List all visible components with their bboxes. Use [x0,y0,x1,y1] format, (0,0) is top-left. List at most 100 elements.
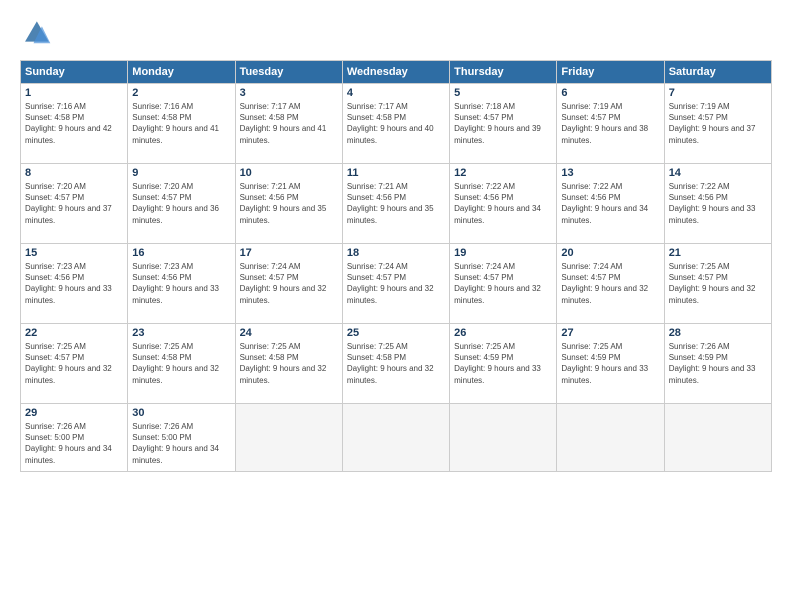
daylight-label: Daylight: 9 hours and 40 minutes. [347,124,434,144]
daylight-label: Daylight: 9 hours and 33 minutes. [561,364,648,384]
sunrise-label: Sunrise: 7:26 AM [25,422,86,431]
sunrise-label: Sunrise: 7:22 AM [454,182,515,191]
calendar-day-cell: 9 Sunrise: 7:20 AM Sunset: 4:57 PM Dayli… [128,164,235,244]
sunset-label: Sunset: 4:58 PM [347,353,406,362]
daylight-label: Daylight: 9 hours and 32 minutes. [132,364,219,384]
sunrise-label: Sunrise: 7:24 AM [454,262,515,271]
day-info: Sunrise: 7:25 AM Sunset: 4:59 PM Dayligh… [454,341,552,386]
sunrise-label: Sunrise: 7:24 AM [561,262,622,271]
sunset-label: Sunset: 4:57 PM [561,273,620,282]
calendar-day-cell: 5 Sunrise: 7:18 AM Sunset: 4:57 PM Dayli… [450,84,557,164]
day-info: Sunrise: 7:24 AM Sunset: 4:57 PM Dayligh… [561,261,659,306]
sunrise-label: Sunrise: 7:21 AM [240,182,301,191]
sunrise-label: Sunrise: 7:21 AM [347,182,408,191]
day-number: 5 [454,87,552,99]
daylight-label: Daylight: 9 hours and 32 minutes. [561,284,648,304]
daylight-label: Daylight: 9 hours and 35 minutes. [240,204,327,224]
day-info: Sunrise: 7:18 AM Sunset: 4:57 PM Dayligh… [454,101,552,146]
day-info: Sunrise: 7:17 AM Sunset: 4:58 PM Dayligh… [240,101,338,146]
day-number: 7 [669,87,767,99]
day-number: 20 [561,247,659,259]
sunrise-label: Sunrise: 7:25 AM [561,342,622,351]
sunrise-label: Sunrise: 7:16 AM [25,102,86,111]
sunrise-label: Sunrise: 7:18 AM [454,102,515,111]
day-number: 13 [561,167,659,179]
day-number: 12 [454,167,552,179]
day-info: Sunrise: 7:25 AM Sunset: 4:57 PM Dayligh… [25,341,123,386]
sunrise-label: Sunrise: 7:20 AM [132,182,193,191]
sunset-label: Sunset: 4:56 PM [132,273,191,282]
sunrise-label: Sunrise: 7:23 AM [25,262,86,271]
sunset-label: Sunset: 4:56 PM [240,193,299,202]
sunset-label: Sunset: 4:59 PM [669,353,728,362]
day-number: 28 [669,327,767,339]
sunrise-label: Sunrise: 7:19 AM [561,102,622,111]
sunset-label: Sunset: 4:56 PM [669,193,728,202]
daylight-label: Daylight: 9 hours and 34 minutes. [132,444,219,464]
daylight-label: Daylight: 9 hours and 33 minutes. [454,364,541,384]
sunset-label: Sunset: 4:57 PM [669,113,728,122]
day-info: Sunrise: 7:26 AM Sunset: 4:59 PM Dayligh… [669,341,767,386]
day-number: 18 [347,247,445,259]
calendar-day-cell [557,404,664,472]
daylight-label: Daylight: 9 hours and 32 minutes. [240,364,327,384]
sunset-label: Sunset: 4:57 PM [669,273,728,282]
sunrise-label: Sunrise: 7:22 AM [669,182,730,191]
sunrise-label: Sunrise: 7:20 AM [25,182,86,191]
daylight-label: Daylight: 9 hours and 39 minutes. [454,124,541,144]
daylight-label: Daylight: 9 hours and 34 minutes. [25,444,112,464]
daylight-label: Daylight: 9 hours and 32 minutes. [240,284,327,304]
calendar-day-cell: 3 Sunrise: 7:17 AM Sunset: 4:58 PM Dayli… [235,84,342,164]
calendar-day-cell: 19 Sunrise: 7:24 AM Sunset: 4:57 PM Dayl… [450,244,557,324]
day-number: 10 [240,167,338,179]
daylight-label: Daylight: 9 hours and 37 minutes. [25,204,112,224]
day-number: 2 [132,87,230,99]
day-info: Sunrise: 7:25 AM Sunset: 4:58 PM Dayligh… [132,341,230,386]
day-info: Sunrise: 7:24 AM Sunset: 4:57 PM Dayligh… [454,261,552,306]
calendar-day-cell: 20 Sunrise: 7:24 AM Sunset: 4:57 PM Dayl… [557,244,664,324]
day-info: Sunrise: 7:25 AM Sunset: 4:57 PM Dayligh… [669,261,767,306]
sunset-label: Sunset: 4:59 PM [561,353,620,362]
day-info: Sunrise: 7:23 AM Sunset: 4:56 PM Dayligh… [25,261,123,306]
daylight-label: Daylight: 9 hours and 36 minutes. [132,204,219,224]
weekday-header: Monday [128,61,235,84]
calendar-day-cell: 22 Sunrise: 7:25 AM Sunset: 4:57 PM Dayl… [21,324,128,404]
calendar-week-row: 15 Sunrise: 7:23 AM Sunset: 4:56 PM Dayl… [21,244,772,324]
daylight-label: Daylight: 9 hours and 33 minutes. [669,204,756,224]
page: SundayMondayTuesdayWednesdayThursdayFrid… [0,0,792,612]
calendar-day-cell [342,404,449,472]
logo-icon [20,18,52,50]
sunset-label: Sunset: 4:57 PM [25,193,84,202]
calendar-day-cell: 1 Sunrise: 7:16 AM Sunset: 4:58 PM Dayli… [21,84,128,164]
calendar-week-row: 8 Sunrise: 7:20 AM Sunset: 4:57 PM Dayli… [21,164,772,244]
day-info: Sunrise: 7:20 AM Sunset: 4:57 PM Dayligh… [132,181,230,226]
calendar-day-cell: 29 Sunrise: 7:26 AM Sunset: 5:00 PM Dayl… [21,404,128,472]
daylight-label: Daylight: 9 hours and 34 minutes. [561,204,648,224]
daylight-label: Daylight: 9 hours and 33 minutes. [25,284,112,304]
calendar-day-cell [235,404,342,472]
day-info: Sunrise: 7:17 AM Sunset: 4:58 PM Dayligh… [347,101,445,146]
sunrise-label: Sunrise: 7:24 AM [347,262,408,271]
sunset-label: Sunset: 4:57 PM [132,193,191,202]
daylight-label: Daylight: 9 hours and 33 minutes. [669,364,756,384]
sunrise-label: Sunrise: 7:19 AM [669,102,730,111]
day-info: Sunrise: 7:16 AM Sunset: 4:58 PM Dayligh… [132,101,230,146]
sunset-label: Sunset: 4:57 PM [25,353,84,362]
daylight-label: Daylight: 9 hours and 38 minutes. [561,124,648,144]
day-number: 14 [669,167,767,179]
weekday-header: Wednesday [342,61,449,84]
sunset-label: Sunset: 5:00 PM [132,433,191,442]
daylight-label: Daylight: 9 hours and 37 minutes. [669,124,756,144]
calendar-day-cell: 21 Sunrise: 7:25 AM Sunset: 4:57 PM Dayl… [664,244,771,324]
day-number: 16 [132,247,230,259]
daylight-label: Daylight: 9 hours and 33 minutes. [132,284,219,304]
day-info: Sunrise: 7:20 AM Sunset: 4:57 PM Dayligh… [25,181,123,226]
calendar-week-row: 22 Sunrise: 7:25 AM Sunset: 4:57 PM Dayl… [21,324,772,404]
day-number: 9 [132,167,230,179]
calendar-day-cell: 8 Sunrise: 7:20 AM Sunset: 4:57 PM Dayli… [21,164,128,244]
weekday-header: Saturday [664,61,771,84]
daylight-label: Daylight: 9 hours and 32 minutes. [25,364,112,384]
day-number: 19 [454,247,552,259]
calendar-day-cell: 2 Sunrise: 7:16 AM Sunset: 4:58 PM Dayli… [128,84,235,164]
day-info: Sunrise: 7:22 AM Sunset: 4:56 PM Dayligh… [454,181,552,226]
